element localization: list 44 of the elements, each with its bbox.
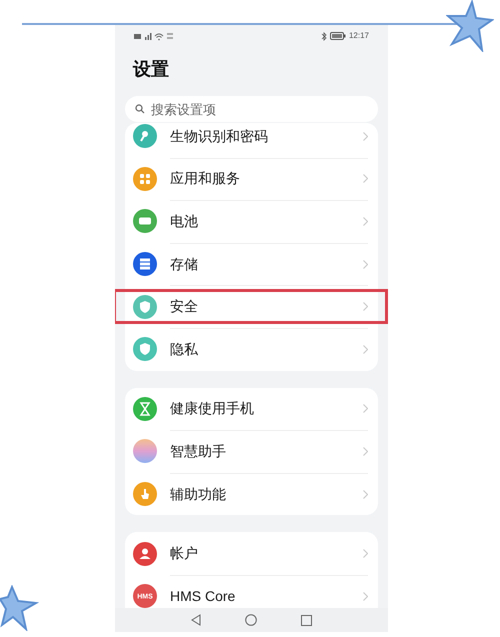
- settings-item[interactable]: 辅助功能: [125, 472, 378, 516]
- status-time: 12:17: [348, 30, 369, 42]
- settings-item[interactable]: 安全: [125, 285, 378, 328]
- bluetooth-icon: [320, 32, 327, 40]
- chevron-icon: [363, 490, 368, 499]
- item-label: 健康使用手机: [170, 399, 255, 418]
- chevron-icon: [363, 260, 368, 269]
- item-label: 智慧助手: [170, 442, 227, 461]
- battery-icon: [330, 32, 346, 40]
- home-icon[interactable]: [245, 614, 257, 626]
- star-icon: [0, 585, 40, 631]
- chevron-icon: [363, 174, 368, 184]
- status-icons: [134, 32, 176, 40]
- page-title: 设置: [133, 58, 169, 80]
- settings-item[interactable]: 帐户: [125, 532, 378, 575]
- settings-item[interactable]: 隐私: [125, 328, 378, 371]
- recents-icon[interactable]: [301, 614, 312, 626]
- chevron-icon: [363, 132, 368, 141]
- chevron-icon: [363, 344, 368, 354]
- chevron-icon: [363, 216, 368, 226]
- settings-item[interactable]: 存储: [125, 242, 378, 286]
- item-label: 辅助功能: [170, 484, 227, 504]
- settings-item[interactable]: 智慧助手: [125, 430, 378, 473]
- item-label: 应用和服务: [170, 169, 241, 188]
- item-label: 电池: [170, 212, 199, 231]
- search-icon: [135, 104, 145, 114]
- item-label: HMS Core: [170, 586, 236, 606]
- item-label: 隐私: [170, 340, 199, 359]
- search-field[interactable]: 搜索设置项: [125, 96, 378, 122]
- star-icon: [446, 0, 494, 52]
- settings-item[interactable]: 应用和服务: [125, 158, 378, 200]
- chevron-icon: [363, 446, 368, 456]
- item-label: 存储: [170, 254, 199, 274]
- settings-item[interactable]: 电池: [125, 200, 378, 243]
- item-label: 安全: [170, 297, 199, 316]
- item-label: 帐户: [170, 544, 199, 564]
- settings-item[interactable]: 生物识别和密码: [125, 123, 378, 158]
- chevron-icon: [363, 592, 368, 601]
- item-label: 生物识别和密码: [170, 126, 269, 146]
- settings-item[interactable]: 健康使用手机: [125, 388, 378, 430]
- chevron-icon: [363, 404, 368, 414]
- back-icon[interactable]: [191, 614, 201, 626]
- chevron-icon: [363, 302, 368, 312]
- chevron-icon: [363, 549, 368, 558]
